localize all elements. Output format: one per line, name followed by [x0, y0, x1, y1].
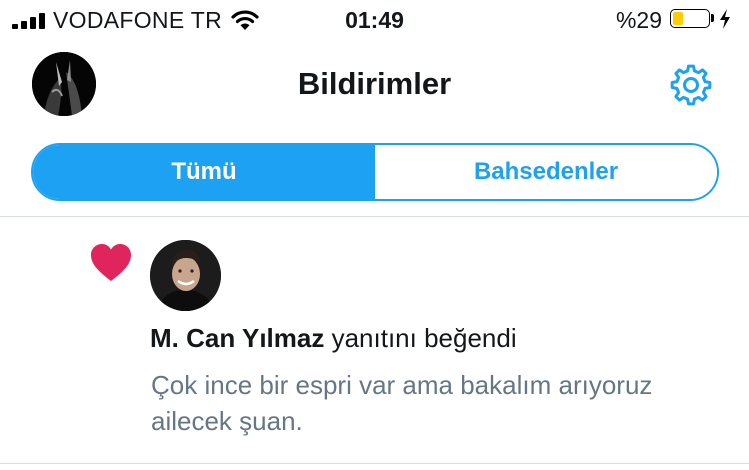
- charging-bolt-icon: [720, 9, 730, 29]
- user-avatar[interactable]: [150, 240, 221, 311]
- gear-icon[interactable]: [668, 62, 714, 108]
- tab-mentions[interactable]: Bahsedenler: [375, 145, 717, 199]
- battery-tip: [711, 14, 714, 22]
- avatar-image: [150, 240, 221, 311]
- notification-user-name[interactable]: M. Can Yılmaz: [150, 323, 324, 353]
- status-bar: VODAFONE TR 01:49 %29: [0, 0, 749, 40]
- battery-icon: [670, 9, 710, 28]
- battery-level: [673, 12, 683, 25]
- page-title: Bildirimler: [297, 66, 452, 101]
- notification-action: yanıtını beğendi: [324, 323, 517, 353]
- header-divider: [0, 216, 749, 217]
- notification-divider: [0, 463, 749, 464]
- segmented-control: Tümü Bahsedenler: [31, 143, 719, 201]
- notification-text: M. Can Yılmaz yanıtını beğendi: [150, 323, 517, 354]
- tab-all[interactable]: Tümü: [33, 145, 375, 199]
- battery-percentage: %29: [615, 7, 662, 33]
- heart-icon: [91, 244, 131, 281]
- notification-quote: Çok ince bir espri var ama bakalım arıyo…: [151, 370, 653, 436]
